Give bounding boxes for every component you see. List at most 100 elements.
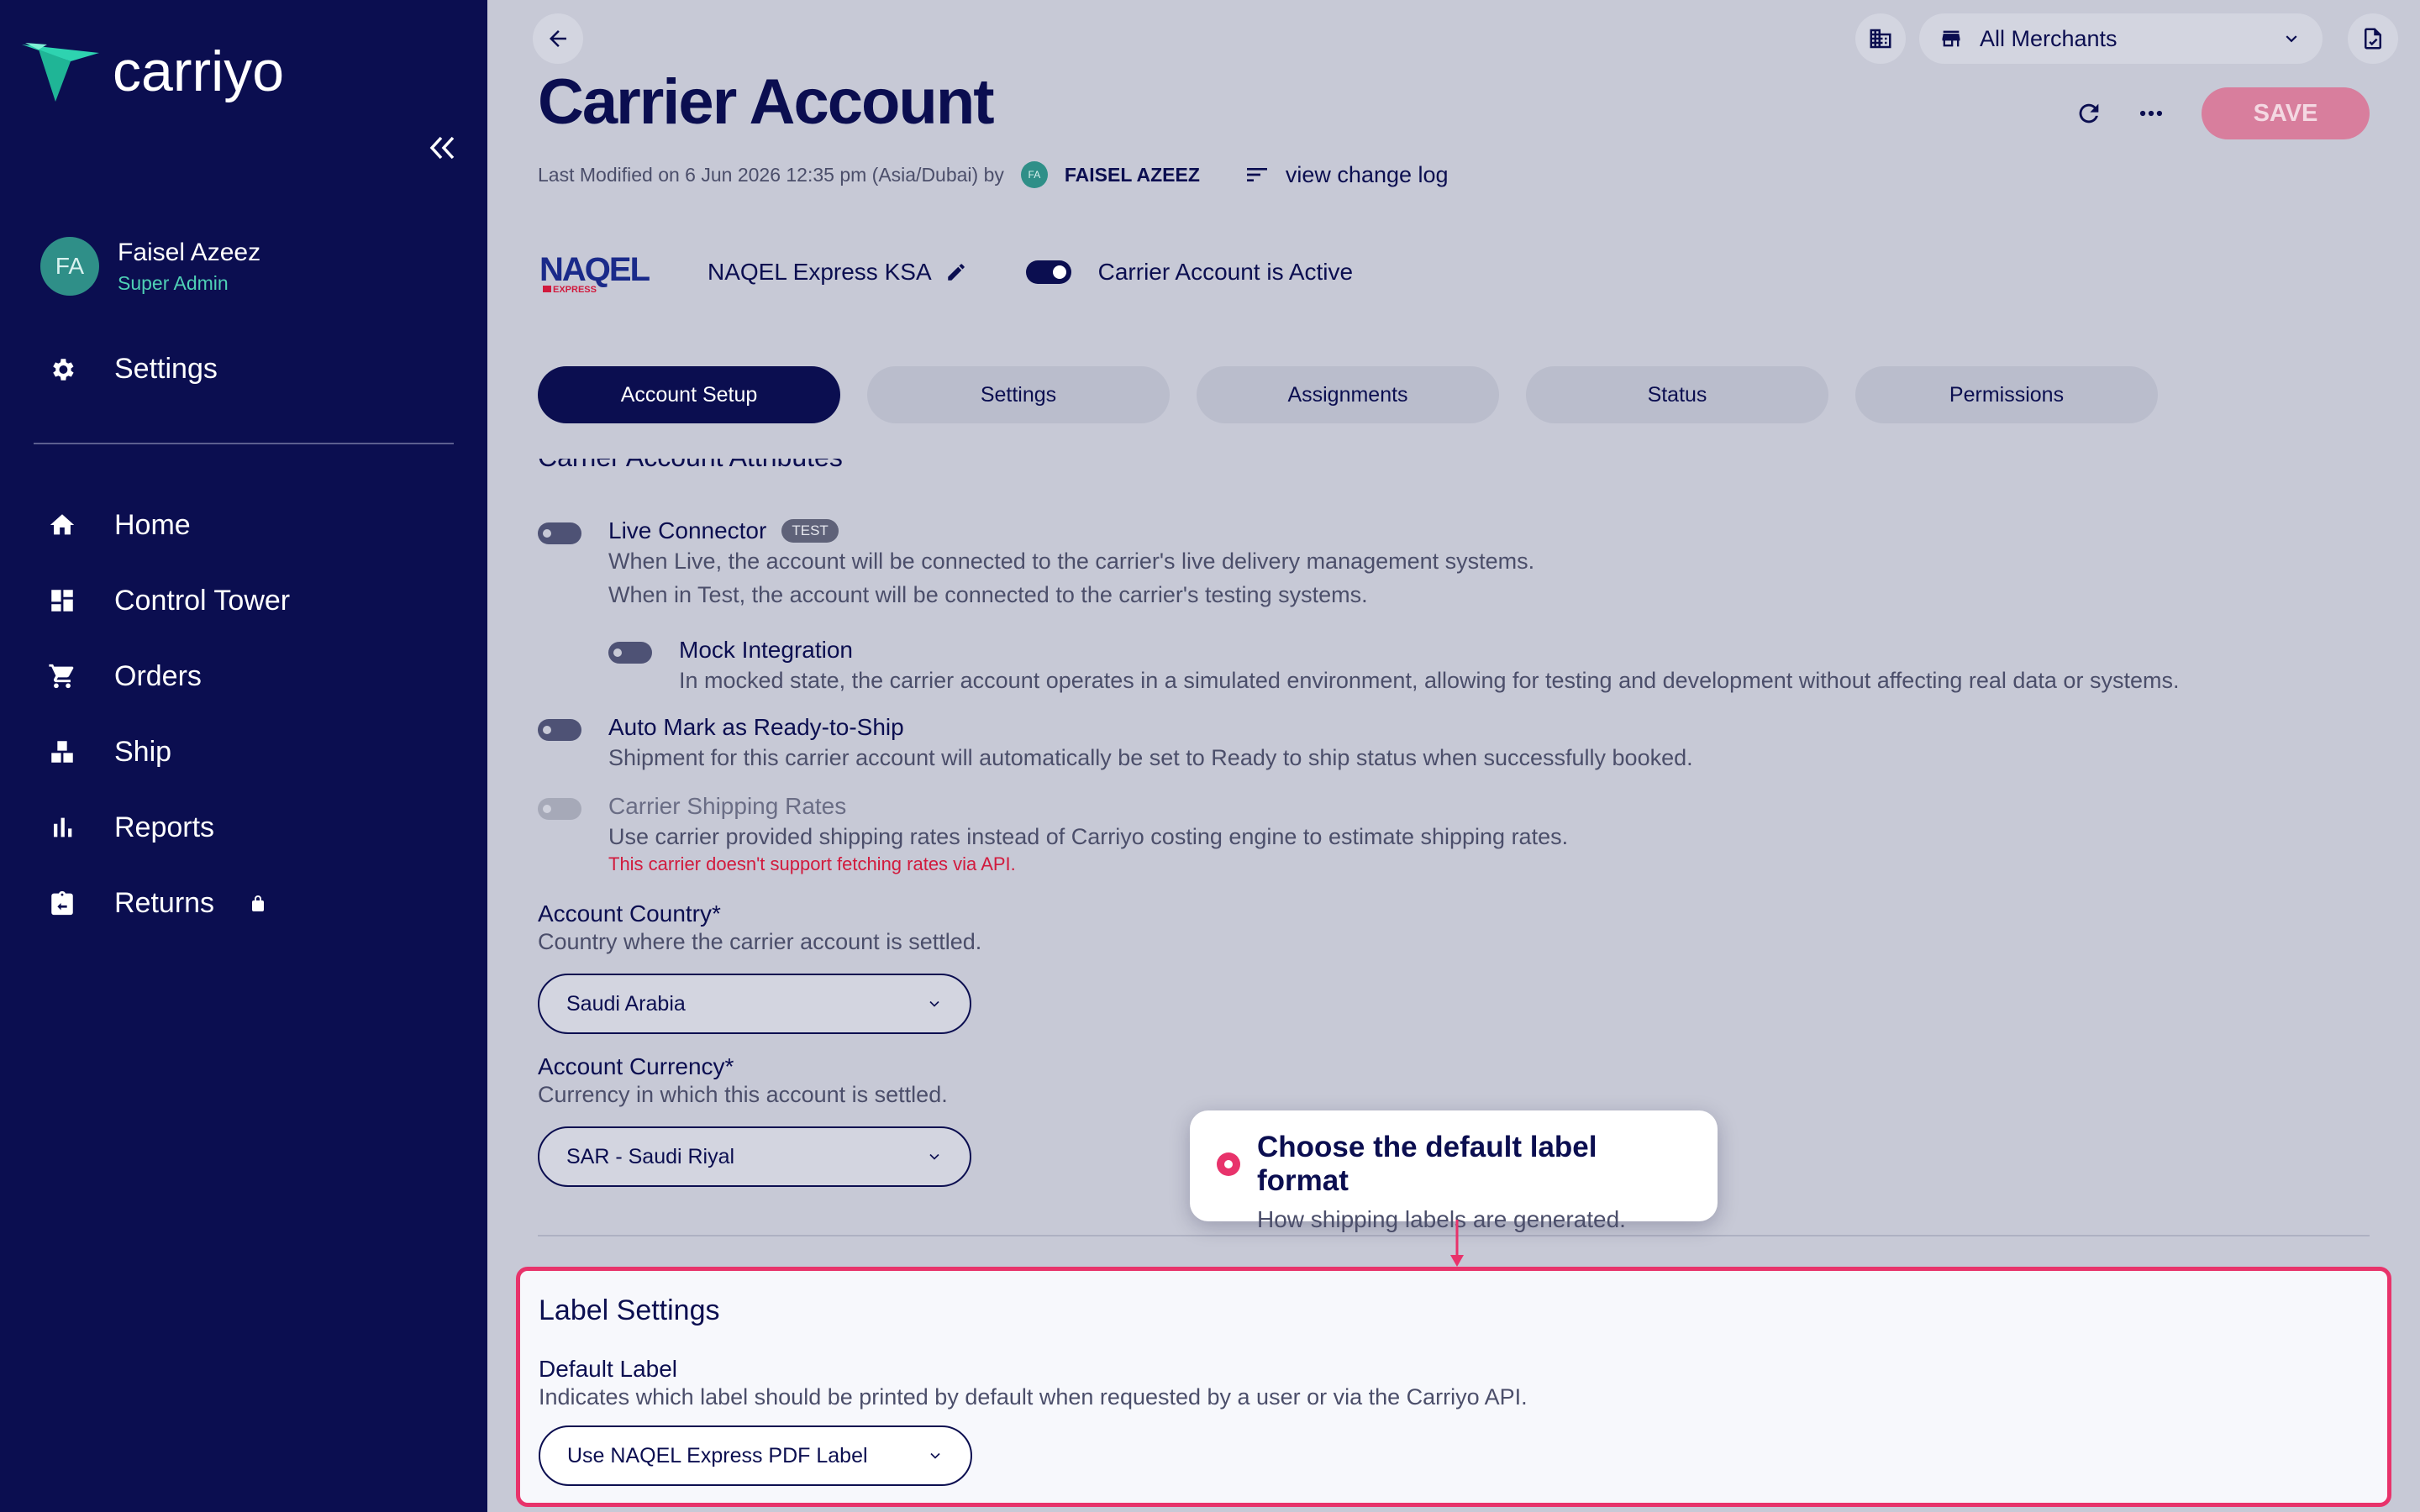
carriyo-bird-icon [22,43,99,102]
last-modified: Last Modified on 6 Jun 2026 12:35 pm (As… [538,161,1449,188]
sidebar-item-label: Home [114,508,191,541]
avatar: FA [40,237,99,296]
refresh-icon[interactable] [2072,97,2106,130]
sidebar-item-reports[interactable]: Reports [47,790,290,865]
pencil-icon[interactable] [945,261,967,283]
field-label: Account Country* [538,900,721,927]
option-description: In mocked state, the carrier account ope… [679,668,2180,693]
account-currency-field: Account Currency* Currency in which this… [538,1053,971,1187]
field-description: Indicates which label should be printed … [539,1384,1528,1410]
option-title: Auto Mark as Ready-to-Ship [608,714,904,740]
mock-integration-toggle[interactable] [608,642,652,664]
sidebar-item-ship[interactable]: Ship [47,714,290,790]
merchant-select[interactable]: All Merchants [1919,13,2323,64]
tab-settings[interactable]: Settings [867,366,1170,423]
sidebar-divider [34,443,454,444]
ship-icon [47,737,77,767]
last-modified-text: Last Modified on 6 Jun 2026 12:35 pm (As… [538,163,1004,186]
sidebar-item-label: Reports [114,811,215,843]
field-label: Default Label [539,1356,678,1382]
option-title: Mock Integration [679,637,853,663]
sidebar-item-label: Returns [114,886,215,919]
svg-text:EXPRESS: EXPRESS [553,285,597,295]
user-role: Super Admin [118,271,229,294]
dashboard-icon [47,585,77,616]
save-button[interactable]: SAVE [2202,87,2370,139]
callout-subtitle: How shipping labels are generated. [1257,1206,1626,1232]
building-button[interactable] [1855,13,1906,64]
option-title: Live Connector [608,517,767,543]
label-settings-title: Label Settings [539,1294,720,1326]
option-description: Use carrier provided shipping rates inst… [608,824,1569,849]
user-name: Faisel Azeez [118,238,261,266]
returns-icon [47,888,77,918]
callout-dot-icon [1217,1152,1240,1176]
sidebar-item-orders[interactable]: Orders [47,638,290,714]
user-profile[interactable]: FA Faisel Azeez Super Admin [40,237,260,296]
more-icon[interactable] [2134,97,2168,130]
scroll-clip [538,454,1126,459]
active-toggle[interactable] [1025,260,1071,284]
sidebar: carriyo FA Faisel Azeez Super Admin Sett… [0,0,487,1512]
document-check-icon [2365,28,2381,50]
sidebar-nav: Home Control Tower Orders Ship Reports R… [47,487,290,941]
live-connector-toggle[interactable] [538,522,581,544]
currency-select[interactable]: SAR - Saudi Riyal [538,1126,971,1187]
tour-callout: Choose the default label format How ship… [1190,1110,1718,1232]
label-settings-panel: Label Settings Default Label Indicates w… [516,1267,2391,1507]
modified-by-user: FAISEL AZEEZ [1064,163,1200,186]
svg-text:NAQEL: NAQEL [539,251,650,288]
field-description: Country where the carrier account is set… [538,929,982,954]
sidebar-item-home[interactable]: Home [47,487,290,563]
auto-ready-toggle[interactable] [538,719,581,741]
naqel-logo: NAQEL EXPRESS [538,247,655,297]
carriyo-logo[interactable]: carriyo [22,39,284,104]
document-button[interactable] [2348,13,2398,64]
tab-account-setup[interactable]: Account Setup [538,366,840,423]
gear-icon [47,354,77,385]
live-connector-option: Live Connector TEST When Live, the accou… [538,517,1534,612]
option-description: Shipment for this carrier account will a… [608,745,1693,770]
sidebar-item-control-tower[interactable]: Control Tower [47,563,290,638]
merchant-select-value: All Merchants [1980,25,2118,51]
carrier-header: NAQEL EXPRESS NAQEL Express KSA Carrier … [538,247,1353,297]
tab-assignments[interactable]: Assignments [1197,366,1499,423]
tab-bar: Account Setup Settings Assignments Statu… [538,366,2185,423]
sidebar-item-settings[interactable]: Settings [47,353,218,386]
auto-ready-option: Auto Mark as Ready-to-Ship Shipment for … [538,714,1693,774]
lock-icon [248,893,268,913]
select-value: SAR - Saudi Riyal [566,1144,735,1168]
chevron-down-icon [929,1000,939,1007]
select-value: Saudi Arabia [566,991,686,1016]
select-value: Use NAQEL Express PDF Label [567,1443,868,1467]
back-button[interactable] [533,13,583,64]
option-description: When Live, the account will be connected… [608,549,1535,574]
brand-name: carriyo [113,39,285,103]
page-actions: SAVE [2044,87,2370,139]
sidebar-item-returns[interactable]: Returns [47,865,290,941]
collapse-sidebar-icon[interactable] [427,133,460,166]
sidebar-item-label: Ship [114,735,172,768]
test-badge: TEST [781,519,839,543]
default-label-select[interactable]: Use NAQEL Express PDF Label [539,1425,972,1486]
callout-title: Choose the default label format [1257,1131,1597,1197]
home-icon [47,510,77,540]
rates-warning: This carrier doesn't support fetching ra… [608,853,1016,874]
tab-permissions[interactable]: Permissions [1855,366,2158,423]
carrier-name: NAQEL Express KSA [708,259,932,285]
main-content: All Merchants Carrier Account SAVE Last … [487,0,2420,1512]
country-select[interactable]: Saudi Arabia [538,974,971,1034]
sidebar-item-label: Settings [114,353,218,385]
active-label: Carrier Account is Active [1097,259,1354,285]
view-change-log-link[interactable]: view change log [1244,161,1449,188]
cart-icon [47,661,77,691]
tab-status[interactable]: Status [1526,366,1828,423]
building-icon [1870,29,1891,49]
page-title: Carrier Account [538,66,995,138]
field-label: Account Currency* [538,1053,734,1079]
chevron-down-icon [929,1153,939,1160]
shipping-rates-option: Carrier Shipping Rates Use carrier provi… [538,793,1568,875]
chevron-down-icon [930,1452,940,1459]
field-description: Currency in which this account is settle… [538,1082,948,1107]
option-title: Carrier Shipping Rates [608,793,847,819]
